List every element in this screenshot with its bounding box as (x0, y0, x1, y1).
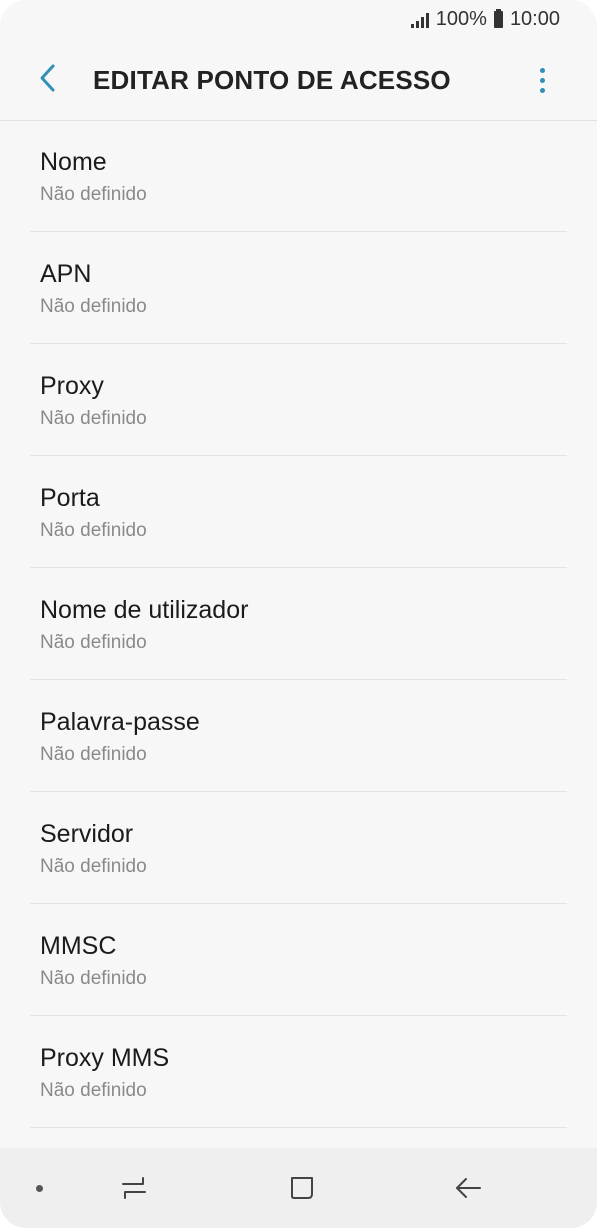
setting-label: MMSC (40, 932, 117, 960)
setting-label: Nome de utilizador (40, 596, 249, 624)
more-dot (539, 77, 545, 83)
setting-value: Não definido (40, 1080, 147, 1101)
clock: 10:00 (509, 8, 560, 30)
nav-dot-icon[interactable] (36, 1185, 43, 1192)
setting-label: Servidor (40, 820, 134, 848)
setting-label: APN (40, 260, 92, 288)
setting-label: Nome (40, 148, 107, 176)
more-dot (539, 87, 545, 93)
setting-value: Não definido (40, 632, 147, 653)
setting-item[interactable]: Nome Não definido (30, 120, 567, 232)
more-vertical-icon (539, 67, 545, 73)
setting-label: Proxy MMS (40, 1044, 170, 1072)
setting-value: Não definido (40, 744, 147, 765)
app-bar: EDITAR PONTO DE ACESSO (0, 40, 597, 121)
chevron-left-icon (40, 64, 55, 92)
setting-value: Não definido (40, 184, 147, 205)
screen: 100% 10:00 EDITAR PONTO DE ACESSO Nome Nã… (0, 0, 597, 1228)
recent-apps-icon (122, 1177, 146, 1199)
setting-label: Porta (40, 484, 100, 512)
setting-item[interactable]: Porta Não definido (30, 456, 567, 568)
setting-item[interactable]: Servidor Não definido (30, 792, 567, 904)
apn-settings-list: Nome Não definido APN Não definido Proxy Não … (0, 120, 597, 1128)
setting-item[interactable]: Proxy Não definido (30, 344, 567, 456)
setting-label: Palavra-passe (40, 708, 200, 736)
recent-apps-button[interactable] (114, 1170, 154, 1206)
page-title: EDITAR PONTO DE ACESSO (93, 65, 451, 95)
battery-icon (493, 9, 503, 28)
home-icon (291, 1177, 313, 1199)
back-nav-button[interactable] (448, 1170, 488, 1206)
setting-value: Não definido (40, 856, 147, 877)
signal-icon (410, 12, 429, 28)
home-button[interactable] (282, 1170, 322, 1206)
setting-item[interactable]: MMSC Não definido (30, 904, 567, 1016)
setting-label: Proxy (40, 372, 104, 400)
battery-percent: 100% (435, 8, 487, 30)
back-arrow-icon (456, 1178, 481, 1198)
setting-item[interactable]: APN Não definido (30, 232, 567, 344)
setting-value: Não definido (40, 408, 147, 429)
navigation-bar (0, 1148, 597, 1228)
status-icons: 100% 10:00 (410, 8, 560, 31)
setting-item[interactable]: Nome de utilizador Não definido (30, 568, 567, 680)
setting-item[interactable]: Palavra-passe Não definido (30, 680, 567, 792)
setting-value: Não definido (40, 968, 147, 989)
back-button[interactable] (28, 58, 68, 98)
more-options-button[interactable] (527, 60, 557, 100)
status-bar: 100% 10:00 (0, 0, 597, 40)
setting-value: Não definido (40, 296, 147, 317)
setting-item[interactable]: Proxy MMS Não definido (30, 1016, 567, 1128)
setting-value: Não definido (40, 520, 147, 541)
